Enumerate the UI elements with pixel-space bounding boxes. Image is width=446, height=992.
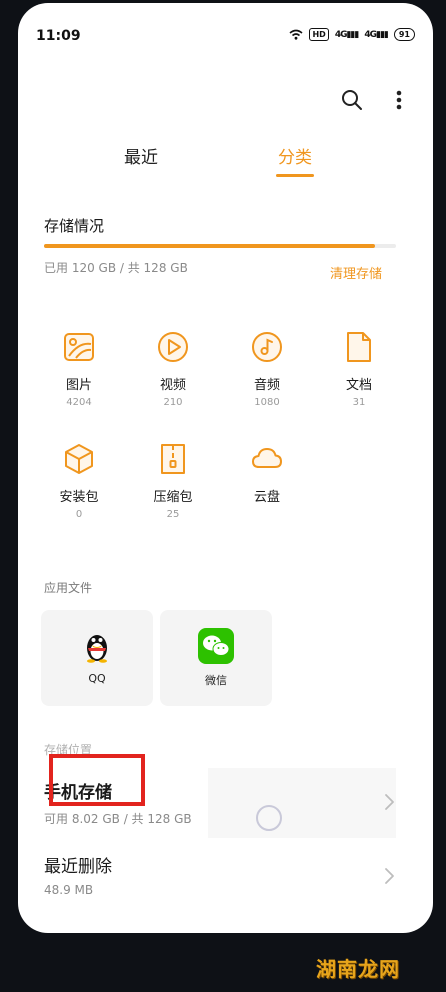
- category-count: 210: [163, 397, 183, 408]
- package-box-icon: [65, 444, 93, 474]
- category-count: 25: [166, 509, 180, 520]
- app-label: QQ: [88, 672, 106, 685]
- battery-icon: 91: [393, 28, 415, 41]
- category-count: 1080: [254, 397, 280, 408]
- category-videos[interactable]: 视频 210: [137, 330, 209, 408]
- cloud-icon: [252, 448, 282, 468]
- row-subtitle: 可用 8.02 GB / 共 128 GB: [44, 812, 192, 826]
- image-icon: [64, 333, 94, 361]
- storage-usage-bar: [44, 244, 396, 248]
- category-count: 0: [75, 509, 83, 520]
- music-note-icon: [252, 332, 282, 362]
- clean-storage-link[interactable]: 清理存储: [330, 263, 382, 282]
- category-packages[interactable]: 安装包 0: [43, 442, 115, 520]
- category-audio[interactable]: 音频 1080: [231, 330, 303, 408]
- video-play-icon: [158, 332, 188, 362]
- chevron-right-icon: [385, 794, 394, 810]
- category-documents[interactable]: 文档 31: [323, 330, 395, 408]
- document-icon: [347, 332, 371, 362]
- app-card-wechat[interactable]: 微信: [160, 610, 272, 706]
- wifi-icon: [289, 29, 303, 40]
- category-label: 压缩包: [153, 490, 193, 505]
- hd-badge: HD: [309, 28, 329, 41]
- signal-4g-1: 4G▮▮▮: [334, 29, 359, 40]
- app-files-title: 应用文件: [44, 581, 93, 595]
- touch-indicator: [256, 805, 282, 831]
- status-time: 11:09: [36, 28, 81, 44]
- row-subtitle: 48.9 MB: [44, 883, 94, 897]
- watermark-text: 湖南龙网: [316, 957, 400, 981]
- chevron-right-icon: [385, 868, 394, 884]
- more-menu-icon[interactable]: [388, 87, 414, 113]
- storage-title: 存储情况: [44, 217, 105, 235]
- tab-bar: 最近 分类: [18, 143, 433, 183]
- category-label: 文档: [345, 378, 372, 393]
- search-icon[interactable]: [339, 87, 365, 113]
- tab-active-underline: [276, 174, 314, 177]
- signal-4g-2: 4G▮▮▮: [364, 29, 388, 40]
- category-archives[interactable]: 压缩包 25: [137, 442, 209, 520]
- storage-usage-fill: [44, 244, 375, 248]
- app-label: 微信: [205, 674, 227, 687]
- category-images[interactable]: 图片 4204: [43, 330, 115, 408]
- category-label: 视频: [159, 378, 186, 393]
- wechat-icon: [198, 628, 234, 664]
- app-card-qq[interactable]: QQ: [41, 610, 153, 706]
- qq-penguin-icon: [87, 635, 107, 663]
- category-count: 4204: [66, 397, 92, 408]
- status-bar: 11:09 HD 4G▮▮▮ 4G▮▮▮ 91: [18, 3, 433, 63]
- row-recently-deleted[interactable]: 最近删除 48.9 MB: [18, 846, 433, 910]
- storage-used-text: 已用 120 GB / 共 128 GB: [44, 261, 188, 275]
- category-label: 安装包: [59, 490, 99, 505]
- annotation-highlight-box: [49, 754, 145, 806]
- category-label: 音频: [253, 378, 280, 393]
- category-label: 云盘: [253, 490, 280, 505]
- zip-archive-icon: [161, 444, 185, 474]
- row-title: 最近删除: [44, 857, 112, 877]
- phone-screen: 11:09 HD 4G▮▮▮ 4G▮▮▮ 91 最近 分类 存储情况 已用 12…: [18, 3, 433, 933]
- tab-category[interactable]: 分类: [278, 143, 312, 168]
- tab-recent[interactable]: 最近: [124, 143, 158, 168]
- status-icons: HD 4G▮▮▮ 4G▮▮▮ 91: [289, 28, 415, 41]
- category-cloud[interactable]: 云盘: [231, 442, 303, 505]
- category-count: 31: [352, 397, 366, 408]
- category-label: 图片: [65, 378, 92, 393]
